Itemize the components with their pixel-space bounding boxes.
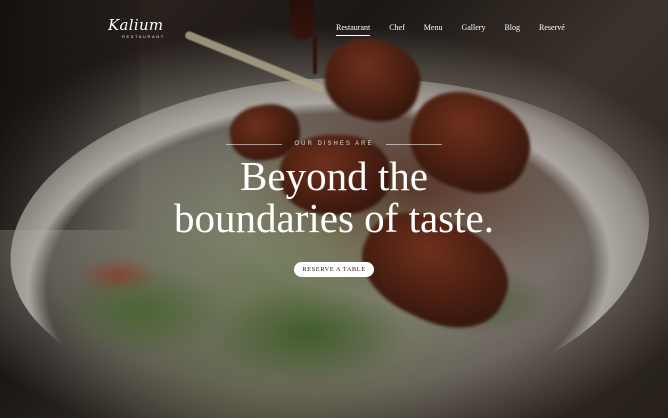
- eyebrow-text: OUR DISHES ARE: [294, 141, 374, 147]
- eyebrow-rule-right: [385, 143, 442, 145]
- brand-name: Kalium: [108, 16, 164, 34]
- nav-item-gallery[interactable]: Gallery: [461, 23, 485, 32]
- nav-item-menu[interactable]: Menu: [424, 23, 443, 32]
- eyebrow-rule-left: [226, 143, 283, 145]
- brand-logo[interactable]: Kalium RESTAURANT: [108, 16, 165, 40]
- nav-item-reserve[interactable]: Reservé: [539, 23, 565, 32]
- reserve-table-button[interactable]: RESERVE A TABLE: [294, 262, 374, 277]
- nav-item-chef[interactable]: Chef: [389, 23, 405, 32]
- hero-eyebrow: OUR DISHES ARE: [0, 141, 668, 147]
- main-nav: Restaurant Chef Menu Gallery Blog Reserv…: [336, 23, 565, 36]
- hero-headline: Beyond the boundaries of taste.: [0, 155, 668, 239]
- brand-subtitle: RESTAURANT: [122, 34, 165, 39]
- nav-item-restaurant[interactable]: Restaurant: [336, 23, 371, 36]
- headline-line-2: boundaries of taste.: [174, 195, 494, 241]
- nav-item-blog[interactable]: Blog: [504, 23, 520, 32]
- headline-line-1: Beyond the: [240, 153, 428, 199]
